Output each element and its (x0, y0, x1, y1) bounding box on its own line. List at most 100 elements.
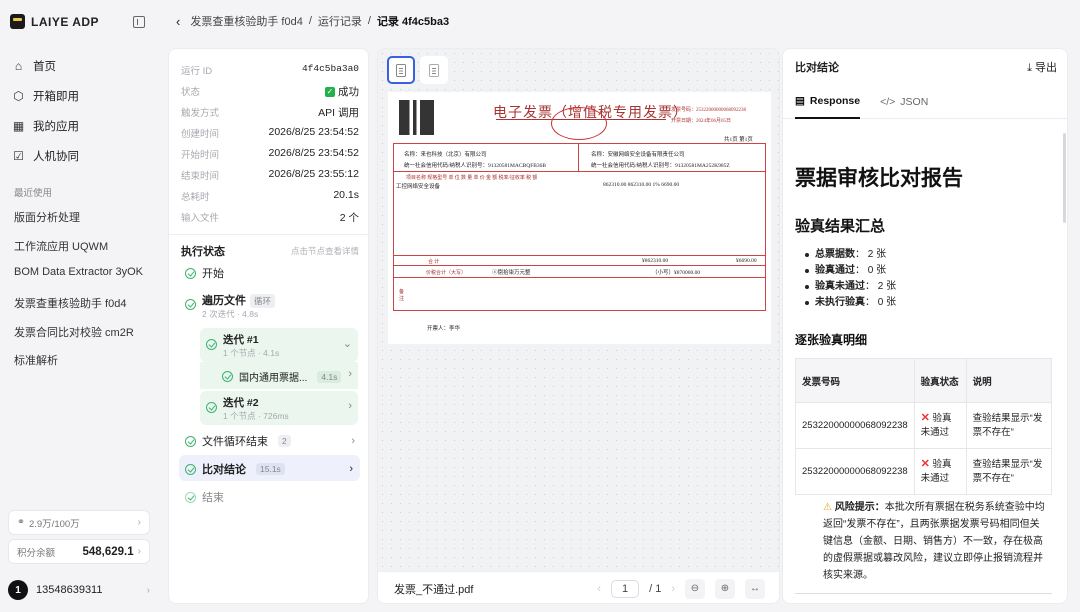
step-loop[interactable]: 遍历文件 循环 2 次迭代 · 4.8s (185, 292, 276, 320)
invoice-pages: 共1页 第1页 (724, 137, 753, 143)
prev-page-icon[interactable]: ‹ (597, 583, 601, 595)
recent-item[interactable]: 标准解析 (14, 352, 58, 368)
tab-json[interactable]: </> JSON (880, 85, 928, 119)
iteration-1[interactable]: 迭代 #1 1 个节点 · 4.1s ⌄ (200, 328, 358, 362)
field-label: 创建时间 (181, 129, 220, 140)
iteration-label: 迭代 #2 (223, 397, 259, 409)
field-duration: 总耗时 20.1s (181, 189, 359, 203)
step-end[interactable]: 结束 (185, 489, 224, 505)
cell-note: 查验结果显示“发票不存在” (965, 402, 1053, 449)
nav-item-out-of-box[interactable]: ⬡ 开箱即用 (12, 86, 79, 106)
iteration-sub: 1 个节点 · 726ms (223, 411, 289, 421)
check-circle-icon (185, 299, 196, 310)
recent-item[interactable]: 工作流应用 UQWM (14, 238, 108, 254)
check-circle-icon (185, 267, 196, 279)
step-compare-selected[interactable]: 比对结论 15.1s › (179, 455, 360, 481)
page-input[interactable]: 1 (610, 579, 640, 598)
brand-logo[interactable]: LAIYE ADP (10, 14, 99, 29)
tab-label: Response (809, 94, 861, 107)
loop-tag: 循环 (250, 294, 276, 308)
iteration-2[interactable]: 迭代 #2 1 个节点 · 726ms › (200, 391, 358, 425)
field-value: 成功 (338, 86, 359, 98)
list-item: 验真通过： 0 张 (805, 263, 896, 279)
nav-item-my-apps[interactable]: ▦ 我的应用 (12, 116, 79, 136)
invoice-number: 发票号码：25322000000068092238 (671, 108, 747, 113)
chevron-down-icon[interactable]: ⌄ (343, 337, 352, 350)
detail-table: 发票号码 验真状态 说明 25322000000068092238 ✕ 验真未通… (795, 358, 1053, 495)
home-icon: ⌂ (14, 59, 23, 73)
breadcrumb-app[interactable]: 发票查重核验助手 f0d4 (190, 13, 302, 29)
divider (393, 265, 766, 266)
invoice-page: 电子发票（增值税专用发票） 发票号码：25322000000068092238 … (388, 92, 771, 344)
recent-item[interactable]: BOM Data Extractor 3yOK (14, 266, 143, 278)
breadcrumb-separator: / (367, 15, 371, 27)
nav-item-label: 我的应用 (33, 121, 79, 133)
scrollbar[interactable] (1063, 133, 1066, 223)
buyer-name: 名称：来也科技（北京）有限公司 (404, 152, 487, 158)
step-label: 结束 (202, 492, 224, 504)
iteration-1-child[interactable]: 国内通用票据... 4.1s › (200, 362, 358, 389)
step-loop-end[interactable]: 文件循环结束 2 › (185, 433, 355, 449)
download-icon: ⤓ (1027, 62, 1035, 74)
zoom-out-icon[interactable]: ⊖ (685, 578, 705, 599)
divider (393, 277, 766, 278)
breadcrumb-current: 记录 4f4c5ba3 (376, 16, 450, 28)
cell-note: 查验结果显示“发票不存在” (965, 448, 1053, 495)
chevron-right-icon: › (137, 546, 141, 557)
file-name: 发票_不通过.pdf (394, 583, 474, 596)
exec-status-header: 执行状态 点击节点查看详情 (181, 243, 359, 259)
tab-response[interactable]: ▤ Response (795, 85, 861, 119)
cross-icon: ✕ (920, 458, 930, 470)
collapse-sidebar-icon[interactable] (133, 16, 145, 28)
page-total: / 1 (649, 582, 662, 595)
step-label: 文件循环结束 (202, 436, 268, 448)
file-thumb-1[interactable] (387, 56, 415, 84)
checklist-icon: ☑ (13, 149, 24, 163)
field-value: 2026/8/25 23:54:52 (268, 126, 359, 138)
list-item: 总票据数： 2 张 (805, 247, 896, 263)
step-start[interactable]: 开始 (185, 265, 224, 281)
step-compare: 比对结论 15.1s › (185, 461, 353, 477)
quota-card[interactable]: ⚭ 2.9万/100万 › (8, 510, 150, 535)
cell-invoice-no: 25322000000068092238 (795, 402, 915, 449)
field-input-files: 输入文件 2 个 (181, 210, 359, 225)
field-value: API 调用 (318, 107, 359, 119)
child-node: 国内通用票据... 4.1s (222, 369, 342, 384)
field-ended: 结束时间 2026/8/25 23:55:12 (181, 168, 359, 182)
nav-item-home[interactable]: ⌂ 首页 (12, 56, 56, 76)
recent-item[interactable]: 版面分析处理 (14, 209, 80, 225)
cell-status: ✕ 验真未通过 (913, 402, 967, 449)
field-created: 创建时间 2026/8/25 23:54:52 (181, 126, 359, 140)
success-check-icon: ✓ (325, 87, 335, 98)
breadcrumb-runs[interactable]: 运行记录 (318, 13, 362, 29)
next-page-icon[interactable]: › (671, 583, 675, 595)
grid-icon: ▦ (12, 119, 25, 133)
run-detail-panel: 运行 ID 4f4c5ba3a0 状态 ✓ 成功 触发方式 API 调用 创建时间 202… (168, 48, 370, 604)
field-label: 运行 ID (181, 66, 213, 77)
field-run-id: 运行 ID 4f4c5ba3a0 (181, 63, 359, 77)
recent-item[interactable]: 发票合同比对校验 cm2R (14, 324, 134, 340)
balance-card[interactable]: 积分余额 548,629.1 › (8, 539, 150, 564)
item-headers: 项目名称 规格型号 单 位 数 量 单 价 金 额 税率/征收率 税 额 (406, 176, 538, 181)
seller-tax-id: 统一社会信用代码/纳税人识别号：91320581MA252K985Z (591, 163, 730, 169)
summary-list: 总票据数： 2 张 验真通过： 0 张 验真未通过： 2 张 未执行验真： 0 … (805, 247, 896, 311)
duration-tag: 15.1s (256, 463, 285, 475)
table-row: 25322000000068092238 ✕ 验真未通过 查验结果显示“发票不存… (795, 448, 1053, 495)
divider (169, 234, 370, 235)
balance-label: 积分余额 (17, 547, 56, 559)
file-thumb-2[interactable] (420, 56, 448, 84)
back-icon[interactable]: ‹ (176, 14, 180, 29)
zoom-in-icon[interactable]: ⊕ (715, 578, 735, 599)
child-label: 国内通用票据... (239, 373, 308, 384)
chevron-right-icon[interactable]: › (348, 368, 352, 380)
step-label: 遍历文件 (202, 295, 246, 307)
step-label: 开始 (202, 268, 224, 280)
export-button[interactable]: ⤓ 导出 (1027, 59, 1057, 75)
fit-width-icon[interactable]: ↔ (745, 578, 765, 599)
recent-item[interactable]: 发票查重核验助手 f0d4 (14, 295, 126, 311)
user-menu[interactable]: 1 13548639311 › (8, 580, 150, 600)
chevron-right-icon[interactable]: › (348, 400, 352, 412)
field-trigger: 触发方式 API 调用 (181, 105, 359, 120)
box-icon: ⬡ (13, 89, 24, 103)
nav-item-human-collab[interactable]: ☑ 人机协同 (12, 146, 79, 166)
